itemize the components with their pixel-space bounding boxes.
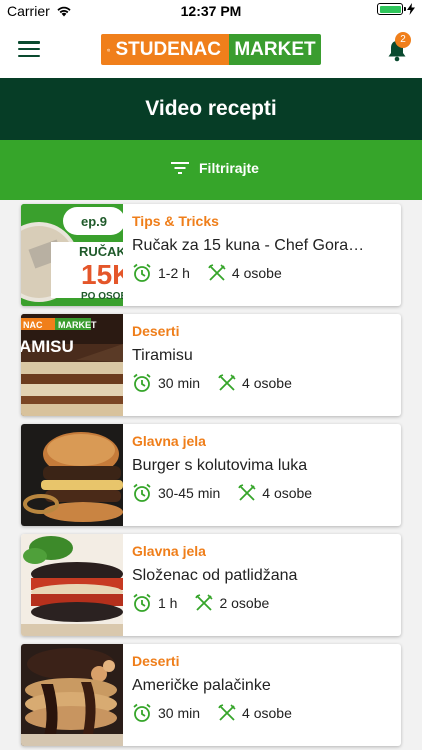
- thumb-15k-text: 15K: [81, 259, 123, 290]
- recipe-time-value: 30 min: [158, 375, 201, 391]
- recipe-card-body: Tips & Tricks Ručak za 15 kuna - Chef Go…: [123, 204, 401, 306]
- thumbnail-art: [21, 644, 123, 746]
- alarm-clock-icon: [133, 483, 151, 502]
- cutlery-icon: [218, 374, 236, 391]
- thumbnail-art: [21, 534, 123, 636]
- recipe-card[interactable]: Glavna jela Složenac od patlidžana 1 h 2…: [21, 534, 401, 636]
- cutlery-icon: [208, 264, 226, 281]
- recipe-card[interactable]: Glavna jela Burger s kolutovima luka 30-…: [21, 424, 401, 526]
- cutlery-icon: [218, 704, 236, 721]
- menu-button[interactable]: [18, 38, 40, 60]
- recipe-title: Burger s kolutovima luka: [132, 457, 308, 474]
- alarm-clock-icon: [133, 703, 151, 722]
- recipe-time-value: 1-2 h: [158, 265, 190, 281]
- recipe-time: 30 min: [132, 703, 200, 723]
- recipe-servings-value: 2 osobe: [219, 595, 270, 611]
- menu-icon-line: [18, 54, 40, 57]
- recipe-time-value: 1 h: [158, 595, 178, 611]
- recipe-time: 30-45 min: [132, 483, 220, 503]
- recipe-time: 30 min: [132, 373, 200, 393]
- recipe-category: Deserti: [132, 323, 180, 339]
- alarm-clock-icon: [133, 593, 151, 612]
- recipe-card-body: Glavna jela Složenac od patlidžana 1 h 2…: [123, 534, 401, 636]
- recipe-card[interactable]: ep.9 RUČAK 15K PO OSOB Tips & Tricks Ruč…: [21, 204, 401, 306]
- logo-left: STUDENAC: [101, 34, 229, 65]
- recipe-title: Tiramisu: [132, 347, 193, 364]
- recipe-thumbnail: [21, 424, 123, 526]
- cutlery-icon: [238, 484, 256, 501]
- recipe-servings-value: 4 osobe: [231, 265, 282, 281]
- thumb-rucak-text: RUČAK: [79, 244, 123, 259]
- thumbnail-art: ep.9 RUČAK 15K PO OSOB: [21, 204, 123, 306]
- logo-left-text: STUDENAC: [115, 38, 221, 60]
- recipe-time-value: 30-45 min: [158, 485, 221, 501]
- recipe-servings: 2 osobe: [195, 594, 269, 612]
- status-bar: Carrier 12:37 PM: [0, 0, 422, 22]
- menu-icon-line: [18, 41, 40, 44]
- recipe-title: Američke palačinke: [132, 677, 271, 694]
- recipe-category: Deserti: [132, 653, 180, 669]
- thumbnail-art: [21, 424, 123, 526]
- recipe-meta: 30 min 4 osobe: [132, 373, 401, 393]
- thumbnail-art: NAC MARKET AMISU: [21, 314, 123, 416]
- recipe-servings: 4 osobe: [238, 484, 312, 502]
- status-right: [377, 3, 415, 15]
- battery-icon: [377, 3, 406, 15]
- recipe-card[interactable]: Deserti Američke palačinke 30 min 4 osob…: [21, 644, 401, 746]
- thumb-poosob-text: PO OSOB: [81, 291, 123, 302]
- recipe-meta: 1-2 h 4 osobe: [132, 263, 401, 283]
- recipe-thumbnail: ep.9 RUČAK 15K PO OSOB: [21, 204, 123, 306]
- alarm-clock-icon: [133, 263, 151, 282]
- recipe-servings: 4 osobe: [208, 264, 282, 282]
- filter-label: Filtrirajte: [199, 160, 259, 176]
- recipe-time-value: 30 min: [158, 705, 201, 721]
- recipe-category: Tips & Tricks: [132, 213, 219, 229]
- recipe-thumbnail: [21, 644, 123, 746]
- recipe-meta: 30-45 min 4 osobe: [132, 483, 401, 503]
- menu-icon-line: [18, 47, 40, 51]
- recipe-thumbnail: NAC MARKET AMISU: [21, 314, 123, 416]
- recipe-card-body: Glavna jela Burger s kolutovima luka 30-…: [123, 424, 401, 526]
- app-header: STUDENAC MARKET 2: [0, 22, 422, 78]
- recipe-title: Složenac od patlidžana: [132, 567, 298, 584]
- thumb-ep-text: ep.9: [81, 214, 107, 229]
- recipe-servings-value: 4 osobe: [242, 705, 292, 721]
- filter-button[interactable]: Filtrirajte: [171, 160, 259, 176]
- notification-badge: 2: [395, 32, 411, 48]
- recipe-card-body: Deserti Američke palačinke 30 min 4 osob…: [123, 644, 401, 746]
- recipe-card[interactable]: NAC MARKET AMISU Deserti Tiramisu 30 min: [21, 314, 401, 416]
- recipe-servings-value: 4 osobe: [242, 375, 292, 391]
- thumb-tag-left: NAC: [23, 320, 43, 330]
- basket-icon: [107, 48, 111, 51]
- title-band: Video recepti: [0, 78, 422, 140]
- recipe-time: 1 h: [132, 593, 177, 613]
- recipe-category: Glavna jela: [132, 543, 206, 559]
- recipe-servings: 4 osobe: [218, 374, 292, 392]
- recipe-servings-value: 4 osobe: [262, 485, 313, 501]
- thumb-tiramisu-text: AMISU: [21, 337, 74, 356]
- filter-band: Filtrirajte: [0, 140, 422, 200]
- cutlery-icon: [195, 594, 214, 611]
- recipe-meta: 1 h 2 osobe: [132, 593, 401, 613]
- page-title: Video recepti: [145, 97, 277, 120]
- status-time: 12:37 PM: [180, 3, 242, 19]
- recipe-servings: 4 osobe: [218, 704, 292, 722]
- recipe-time: 1-2 h: [132, 263, 190, 283]
- recipe-title: Ručak za 15 kuna - Chef Goran i ...: [132, 237, 383, 254]
- recipe-list: ep.9 RUČAK 15K PO OSOB Tips & Tricks Ruč…: [0, 200, 422, 750]
- recipe-category: Glavna jela: [132, 433, 206, 449]
- recipe-meta: 30 min 4 osobe: [132, 703, 401, 723]
- charging-icon: [407, 3, 415, 15]
- alarm-clock-icon: [133, 373, 151, 392]
- recipe-card-body: Deserti Tiramisu 30 min 4 osobe: [123, 314, 401, 416]
- logo-right-text: MARKET: [229, 34, 321, 65]
- filter-icon: [171, 162, 189, 174]
- thumb-tag-right: MARKET: [58, 320, 97, 330]
- recipe-thumbnail: [21, 534, 123, 636]
- studenac-logo[interactable]: STUDENAC MARKET: [101, 34, 321, 65]
